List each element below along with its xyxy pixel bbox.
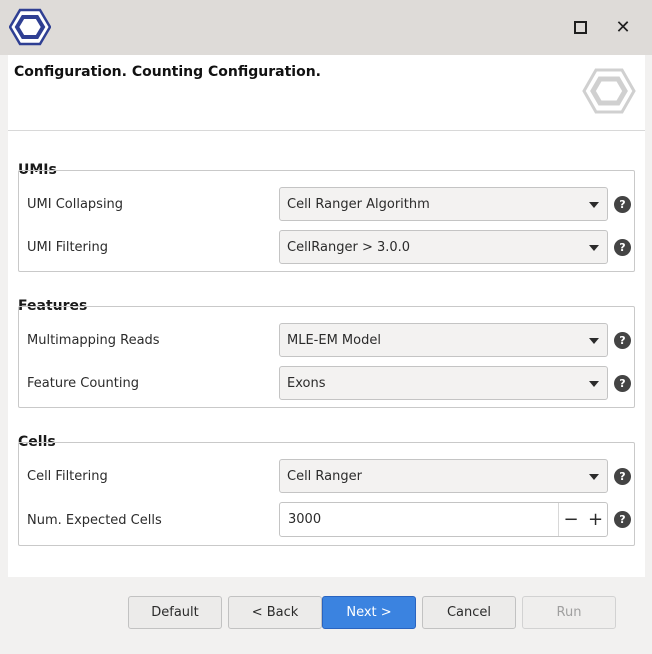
feature-counting-label: Feature Counting — [27, 376, 139, 391]
help-icon[interactable]: ? — [614, 375, 631, 392]
cell-filtering-label: Cell Filtering — [27, 469, 108, 484]
umi-filtering-value: CellRanger > 3.0.0 — [287, 239, 411, 255]
help-icon[interactable]: ? — [614, 332, 631, 349]
umi-filtering-label: UMI Filtering — [27, 240, 108, 255]
maximize-button[interactable] — [567, 14, 593, 40]
help-icon[interactable]: ? — [614, 468, 631, 485]
num-expected-cells-label: Num. Expected Cells — [27, 513, 162, 528]
back-button[interactable]: < Back — [228, 596, 322, 629]
umi-collapsing-select[interactable]: Cell Ranger Algorithm — [279, 187, 608, 221]
feature-counting-value: Exons — [287, 375, 326, 391]
page-title: Configuration. Counting Configuration. — [14, 64, 321, 80]
help-icon[interactable]: ? — [614, 239, 631, 256]
cell-filtering-value: Cell Ranger — [287, 468, 362, 484]
multimapping-reads-value: MLE-EM Model — [287, 332, 381, 348]
app-logo-icon — [9, 8, 51, 46]
help-icon[interactable]: ? — [614, 511, 631, 528]
window-titlebar — [0, 0, 652, 55]
close-icon: ✕ — [615, 16, 631, 38]
chevron-down-icon — [589, 245, 599, 251]
cancel-button[interactable]: Cancel — [422, 596, 516, 629]
watermark-logo-icon — [582, 68, 636, 114]
increment-button[interactable]: + — [583, 503, 608, 536]
umi-filtering-select[interactable]: CellRanger > 3.0.0 — [279, 230, 608, 264]
num-expected-cells-input[interactable]: 3000 — [288, 512, 321, 527]
maximize-icon — [573, 20, 587, 34]
decrement-button[interactable]: − — [558, 503, 583, 536]
multimapping-reads-label: Multimapping Reads — [27, 333, 160, 348]
umi-collapsing-label: UMI Collapsing — [27, 197, 124, 212]
close-button[interactable]: ✕ — [610, 14, 636, 40]
next-button[interactable]: Next > — [322, 596, 416, 629]
num-expected-cells-stepper[interactable]: 3000 − + — [279, 502, 608, 537]
chevron-down-icon — [589, 338, 599, 344]
cell-filtering-select[interactable]: Cell Ranger — [279, 459, 608, 493]
run-button[interactable]: Run — [522, 596, 616, 629]
header-separator — [8, 130, 645, 131]
default-button[interactable]: Default — [128, 596, 222, 629]
umi-collapsing-value: Cell Ranger Algorithm — [287, 196, 430, 212]
feature-counting-select[interactable]: Exons — [279, 366, 608, 400]
chevron-down-icon — [589, 381, 599, 387]
multimapping-reads-select[interactable]: MLE-EM Model — [279, 323, 608, 357]
chevron-down-icon — [589, 202, 599, 208]
chevron-down-icon — [589, 474, 599, 480]
help-icon[interactable]: ? — [614, 196, 631, 213]
